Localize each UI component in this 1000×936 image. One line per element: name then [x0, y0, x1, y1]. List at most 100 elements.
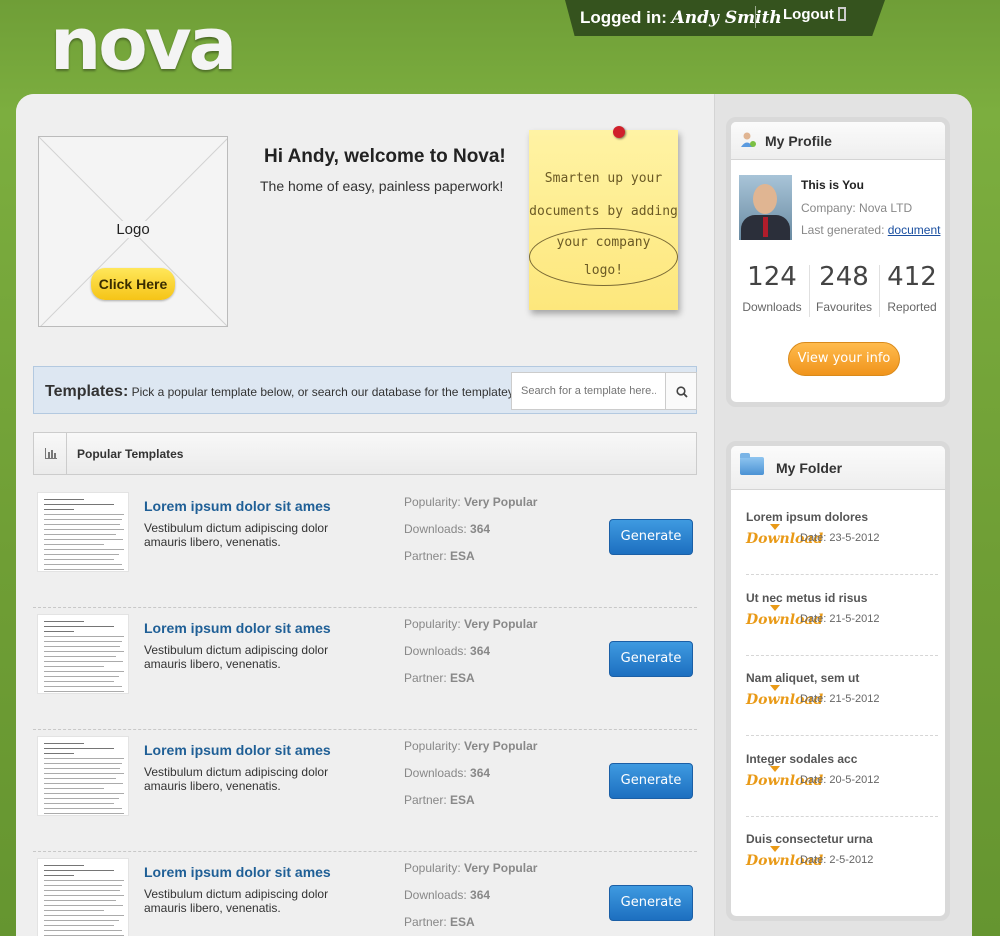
logo-placeholder-label: Logo — [39, 221, 227, 238]
folder-item-date: Date: 2-5-2012 — [800, 854, 874, 866]
chart-icon-cell — [34, 433, 67, 474]
my-profile-card: My Profile This is You Company: Nova LTD… — [726, 117, 950, 407]
top-bar: nova Logged in: Andy Smith Logout — [0, 0, 1000, 95]
main-column: Logo Click Here Hi Andy, welcome to Nova… — [16, 94, 714, 936]
template-partner: Partner: ESA — [404, 671, 475, 685]
logout-button[interactable]: Logout — [783, 6, 846, 23]
profile-title: My Profile — [765, 133, 832, 149]
my-folder-card: My Folder Lorem ipsum dolores Download Dat… — [726, 441, 950, 921]
template-partner: Partner: ESA — [404, 915, 475, 929]
folder-header: My Folder — [731, 446, 945, 490]
template-description: Vestibulum dictum adipiscing dolor amaur… — [144, 887, 329, 915]
logout-label: Logout — [783, 6, 834, 23]
folder-item-title[interactable]: Integer sodales acc — [746, 752, 857, 766]
popular-templates-header: Popular Templates — [33, 432, 697, 475]
folder-icon — [740, 453, 764, 475]
stat-downloads: 124 Downloads — [738, 262, 806, 314]
template-row: Lorem ipsum dolor sit ames Vestibulum dic… — [33, 486, 697, 608]
generate-button[interactable]: Generate — [609, 885, 693, 921]
folder-item-date: Date: 21-5-2012 — [800, 612, 880, 625]
folder-item: Lorem ipsum dolores Download Date: 23-5-20… — [746, 495, 938, 575]
user-name[interactable]: Andy Smith — [672, 8, 782, 28]
folder-title: My Folder — [776, 460, 843, 476]
welcome-title: Hi Andy, welcome to Nova! — [264, 146, 506, 167]
template-description: Vestibulum dictum adipiscing dolor amaur… — [144, 643, 329, 671]
stat-value: 412 — [887, 262, 937, 292]
template-title[interactable]: Lorem ipsum dolor sit ames — [144, 864, 331, 880]
logo-upload-box[interactable]: Logo Click Here — [38, 136, 228, 327]
welcome-subtitle: The home of easy, painless paperwork! — [260, 178, 504, 194]
template-thumbnail[interactable] — [37, 492, 129, 572]
last-generated-label: Last generated: — [801, 223, 885, 237]
folder-item-date: Date: 20-5-2012 — [800, 773, 880, 786]
stat-label: Downloads — [742, 300, 802, 314]
template-downloads: Downloads: 364 — [404, 888, 491, 902]
stat-favourites: 248 Favourites — [810, 262, 878, 314]
template-search-input[interactable] — [511, 372, 666, 410]
template-downloads: Downloads: 364 — [404, 644, 491, 658]
template-title[interactable]: Lorem ipsum dolor sit ames — [144, 742, 331, 758]
generate-button[interactable]: Generate — [609, 763, 693, 799]
stat-label: Reported — [887, 300, 937, 314]
template-popularity: Popularity: Very Popular — [404, 739, 538, 753]
click-here-button[interactable]: Click Here — [91, 268, 175, 300]
folder-item: Duis consectetur urna Download Date: 2-5-2… — [746, 817, 938, 897]
folder-item: Nam aliquet, sem ut Download Date: 21-5-20… — [746, 656, 938, 736]
template-title[interactable]: Lorem ipsum dolor sit ames — [144, 620, 331, 636]
folder-item-title[interactable]: Duis consectetur urna — [746, 832, 873, 846]
templates-intro: Templates: Pick a popular template below… — [45, 383, 561, 401]
sticky-note: Smarten up your documents by adding your… — [529, 130, 678, 310]
last-generated-link[interactable]: document — [888, 223, 941, 237]
stat-value: 124 — [747, 262, 797, 292]
nova-logo[interactable]: nova — [50, 8, 237, 80]
logged-in-status: Logged in: Andy Smith — [580, 8, 782, 28]
folder-item-date: Date: 23-5-2012 — [800, 532, 880, 544]
generate-button[interactable]: Generate — [609, 641, 693, 677]
template-thumbnail[interactable] — [37, 858, 129, 936]
last-generated: Last generated: document — [801, 223, 940, 237]
ribbon-divider — [755, 6, 756, 28]
generate-button[interactable]: Generate — [609, 519, 693, 555]
folder-item-title[interactable]: Lorem ipsum dolores — [746, 510, 868, 524]
template-description: Vestibulum dictum adipiscing dolor amaur… — [144, 765, 329, 793]
template-partner: Partner: ESA — [404, 793, 475, 807]
template-popularity: Popularity: Very Popular — [404, 861, 538, 875]
folder-item-title[interactable]: Ut nec metus id risus — [746, 591, 867, 605]
template-row: Lorem ipsum dolor sit ames Vestibulum dic… — [33, 730, 697, 852]
stat-reported: 412 Reported — [878, 262, 945, 314]
bar-chart-icon — [45, 448, 57, 459]
pushpin-icon — [613, 126, 625, 138]
content-panel: Logo Click Here Hi Andy, welcome to Nova… — [16, 94, 972, 936]
folder-item-title[interactable]: Nam aliquet, sem ut — [746, 671, 859, 685]
user-icon — [741, 132, 756, 147]
stat-value: 248 — [819, 262, 869, 292]
logged-in-label: Logged in: — [580, 8, 667, 27]
template-thumbnail[interactable] — [37, 736, 129, 816]
stat-label: Favourites — [815, 300, 873, 314]
door-icon — [837, 7, 846, 21]
folder-item: Ut nec metus id risus Download Date: 21-5-… — [746, 576, 938, 656]
this-is-you: This is You — [801, 178, 864, 192]
search-icon — [676, 386, 688, 398]
template-downloads: Downloads: 364 — [404, 766, 491, 780]
template-row: Lorem ipsum dolor sit ames Vestibulum dic… — [33, 608, 697, 730]
template-thumbnail[interactable] — [37, 614, 129, 694]
view-info-button[interactable]: View your info — [788, 342, 900, 376]
sidebar: My Profile This is You Company: Nova LTD… — [714, 94, 972, 936]
folder-item-date: Date: 21-5-2012 — [800, 693, 880, 705]
template-title[interactable]: Lorem ipsum dolor sit ames — [144, 498, 331, 514]
template-row: Lorem ipsum dolor sit ames Vestibulum dic… — [33, 852, 697, 936]
company-label: Company: Nova LTD — [801, 201, 913, 215]
template-popularity: Popularity: Very Popular — [404, 617, 538, 631]
templates-search-bar: Templates: Pick a popular template below… — [33, 366, 697, 414]
popular-templates-title: Popular Templates — [77, 447, 184, 461]
sticky-line-1: Smarten up your — [544, 171, 663, 186]
avatar[interactable] — [739, 175, 792, 240]
template-description: Vestibulum dictum adipiscing dolor amaur… — [144, 521, 329, 549]
templates-label: Templates: — [45, 383, 129, 400]
search-button[interactable] — [665, 372, 697, 410]
template-popularity: Popularity: Very Popular — [404, 495, 538, 509]
sticky-line-3: your company logo! — [529, 228, 678, 286]
sticky-line-2: documents by adding — [529, 204, 678, 219]
template-downloads: Downloads: 364 — [404, 522, 491, 536]
